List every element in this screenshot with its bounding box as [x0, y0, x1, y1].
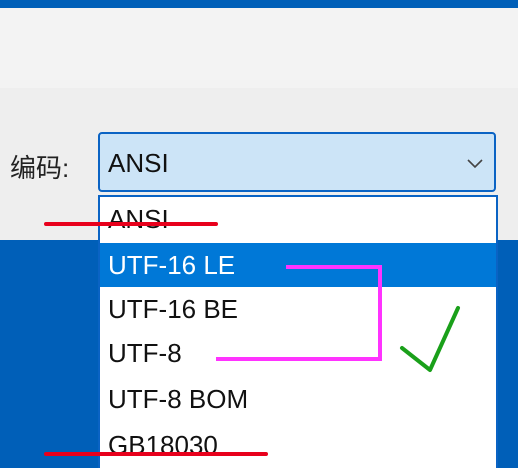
option-ansi[interactable]: ANSI	[100, 197, 496, 241]
option-label: GB18030	[108, 430, 218, 460]
option-gb18030[interactable]: GB18030	[100, 423, 496, 467]
option-label: UTF-16 LE	[108, 250, 236, 280]
chevron-down-icon	[467, 159, 483, 169]
encoding-label: 编码:	[10, 153, 70, 183]
option-utf-8[interactable]: UTF-8	[100, 331, 496, 375]
window-top-edge	[0, 0, 518, 8]
encoding-dropdown-list: ANSI UTF-16 LE UTF-16 BE UTF-8 UTF-8 BOM…	[98, 195, 498, 468]
option-label: UTF-8 BOM	[108, 384, 249, 414]
option-utf-16-le[interactable]: UTF-16 LE	[100, 243, 496, 287]
option-label: UTF-8	[108, 338, 182, 368]
option-label: UTF-16 BE	[108, 294, 239, 324]
encoding-combobox-value: ANSI	[108, 148, 169, 178]
option-utf-16-be[interactable]: UTF-16 BE	[100, 287, 496, 331]
option-utf-8-bom[interactable]: UTF-8 BOM	[100, 377, 496, 421]
encoding-combobox[interactable]: ANSI	[98, 132, 496, 192]
dialog-header-area	[0, 8, 518, 88]
option-label: ANSI	[108, 204, 169, 234]
